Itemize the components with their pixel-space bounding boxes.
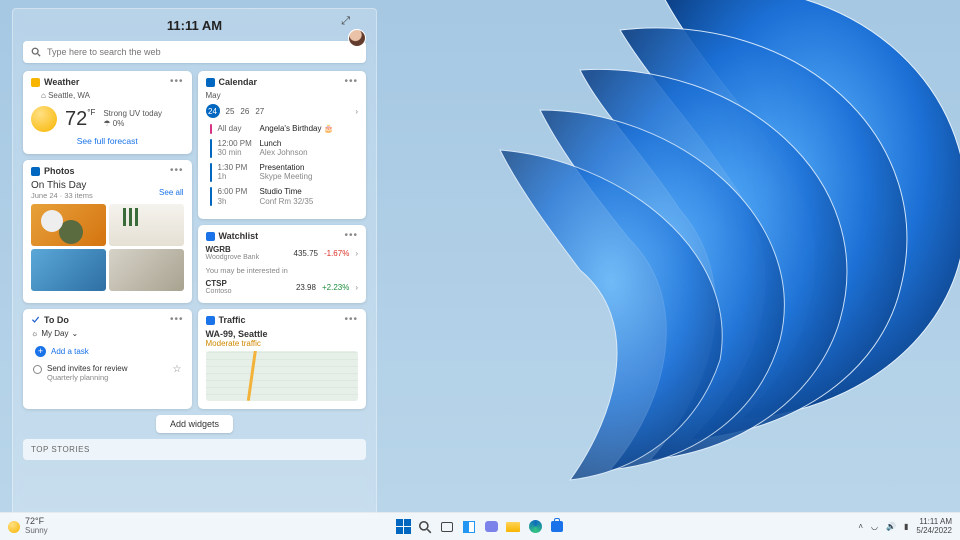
todo-add-task[interactable]: + Add a task (31, 342, 184, 361)
photos-see-all-link[interactable]: See all (159, 188, 183, 197)
expand-icon[interactable]: ⤢ (341, 15, 350, 28)
todo-checkbox[interactable] (33, 365, 42, 374)
taskbar-clock[interactable]: 11:11 AM 5/24/2022 (916, 518, 952, 536)
chat-icon[interactable] (482, 518, 500, 536)
photos-widget[interactable]: Photos ••• On This Day June 24 · 33 item… (23, 160, 192, 303)
taskbar: 72°F Sunny ˄ ◡ 🔊 ▮ 11:11 AM 5/24/2022 (0, 512, 960, 540)
widgets-panel: 11:11 AM ⤢ Weather ••• ⌂ Seattle, WA 72°… (12, 8, 377, 518)
photos-more-icon[interactable]: ••• (170, 166, 184, 176)
calendar-title: Calendar (219, 77, 258, 87)
sun-icon (31, 106, 57, 132)
traffic-map[interactable] (206, 351, 359, 401)
edge-icon[interactable] (526, 518, 544, 536)
store-icon[interactable] (548, 518, 566, 536)
watchlist-suggestion-label: You may be interested in (206, 266, 359, 275)
weather-title: Weather (44, 77, 79, 87)
traffic-widget[interactable]: Traffic ••• WA-99, Seattle Moderate traf… (198, 309, 367, 409)
todo-item-title: Send invites for review (47, 364, 127, 373)
calendar-event[interactable]: 1:30 PM1h PresentationSkype Meeting (206, 163, 359, 182)
photo-thumbnail[interactable] (109, 249, 184, 291)
task-view-icon[interactable] (438, 518, 456, 536)
taskbar-weather[interactable]: 72°F Sunny (0, 517, 48, 536)
calendar-month: May (206, 91, 359, 100)
widgets-taskbar-icon[interactable] (460, 518, 478, 536)
watchlist-icon (206, 232, 215, 241)
chevron-right-icon[interactable]: › (355, 107, 358, 116)
photo-thumbnail[interactable] (109, 204, 184, 246)
traffic-title: Traffic (219, 315, 246, 325)
weather-forecast-link[interactable]: See full forecast (31, 136, 184, 146)
search-bar[interactable] (23, 41, 366, 63)
calendar-widget[interactable]: Calendar ••• May 24 25 26 27 › All day A… (198, 71, 367, 219)
watchlist-more-icon[interactable]: ••• (344, 231, 358, 241)
watchlist-row[interactable]: CTSPContoso 23.98 +2.23% › (206, 279, 359, 295)
user-avatar[interactable] (348, 29, 366, 47)
location-pin-icon: ⌂ (41, 91, 46, 100)
todo-item-sub: Quarterly planning (47, 373, 127, 382)
weather-more-icon[interactable]: ••• (170, 77, 184, 87)
chevron-right-icon[interactable]: › (355, 249, 358, 258)
traffic-location: WA-99, Seattle (206, 329, 359, 339)
calendar-day-selected[interactable]: 24 (206, 104, 220, 118)
weather-condition: Strong UV today (103, 109, 162, 119)
calendar-day-strip[interactable]: 24 25 26 27 › (206, 104, 359, 118)
todo-icon (31, 316, 40, 325)
wifi-icon[interactable]: ◡ (871, 522, 878, 531)
battery-icon[interactable]: ▮ (904, 522, 908, 531)
calendar-event[interactable]: All day Angela's Birthday 🎂 (206, 124, 359, 134)
weather-widget[interactable]: Weather ••• ⌂ Seattle, WA 72°F Strong UV… (23, 71, 192, 154)
photos-title: Photos (44, 166, 75, 176)
watchlist-widget[interactable]: Watchlist ••• WGRBWoodgrove Bank 435.75 … (198, 225, 367, 303)
photo-thumbnail[interactable] (31, 204, 106, 246)
tray-chevron-icon[interactable]: ˄ (858, 522, 863, 531)
chevron-right-icon[interactable]: › (355, 283, 358, 292)
top-stories-header[interactable]: TOP STORIES (23, 439, 366, 460)
taskbar-search-icon[interactable] (416, 518, 434, 536)
add-widgets-button[interactable]: Add widgets (156, 415, 233, 433)
photo-thumbnail[interactable] (31, 249, 106, 291)
traffic-icon (206, 316, 215, 325)
todo-title: To Do (44, 315, 69, 325)
volume-icon[interactable]: 🔊 (886, 522, 896, 531)
sun-outline-icon: ☼ (31, 329, 38, 338)
todo-myday-dropdown[interactable]: ☼ My Day ⌄ (31, 329, 184, 338)
chevron-down-icon: ⌄ (71, 329, 78, 338)
star-icon[interactable]: ☆ (173, 364, 182, 375)
panel-clock: 11:11 AM (167, 18, 222, 33)
todo-widget[interactable]: To Do ••• ☼ My Day ⌄ + Add a task Send i… (23, 309, 192, 409)
todo-more-icon[interactable]: ••• (170, 315, 184, 325)
todo-item[interactable]: Send invites for review Quarterly planni… (31, 361, 184, 385)
search-input[interactable] (47, 47, 358, 57)
sun-icon (8, 521, 20, 533)
search-icon (31, 47, 41, 57)
file-explorer-icon[interactable] (504, 518, 522, 536)
watchlist-title: Watchlist (219, 231, 259, 241)
plus-icon: + (35, 346, 46, 357)
weather-icon (31, 78, 40, 87)
umbrella-icon: ☂ (103, 119, 110, 128)
start-button[interactable] (394, 518, 412, 536)
weather-location: Seattle, WA (48, 91, 90, 100)
traffic-status: Moderate traffic (206, 339, 359, 348)
calendar-event[interactable]: 6:00 PM3h Studio TimeConf Rm 32/35 (206, 187, 359, 206)
calendar-icon (206, 78, 215, 87)
photos-icon (31, 167, 40, 176)
calendar-event[interactable]: 12:00 PM30 min LunchAlex Johnson (206, 139, 359, 158)
watchlist-row[interactable]: WGRBWoodgrove Bank 435.75 -1.67% › (206, 245, 359, 261)
weather-temp: 72 (65, 108, 87, 130)
traffic-more-icon[interactable]: ••• (344, 315, 358, 325)
calendar-more-icon[interactable]: ••• (344, 77, 358, 87)
